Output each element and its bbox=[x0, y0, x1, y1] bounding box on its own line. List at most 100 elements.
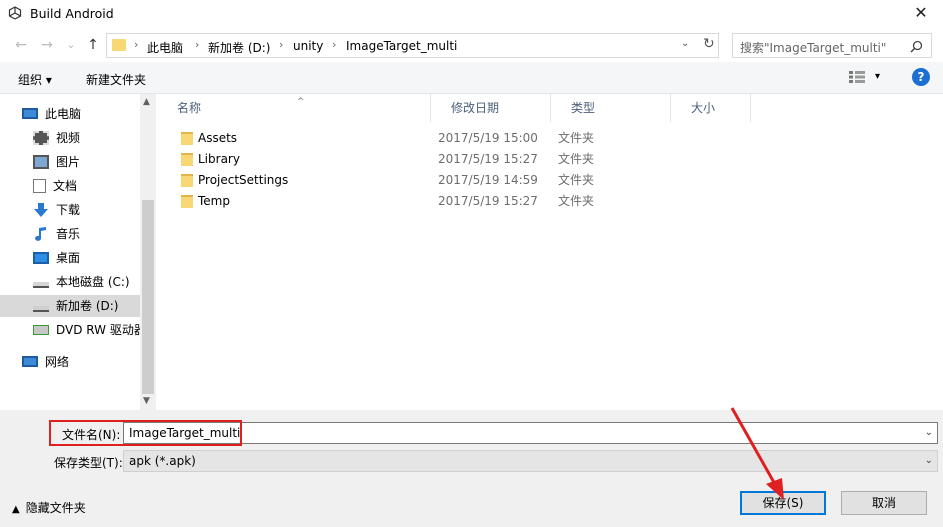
filename-field[interactable]: ImageTarget_multi ⌄ bbox=[123, 422, 938, 444]
recent-locations-icon[interactable]: ⌄ bbox=[62, 36, 80, 54]
refresh-icon[interactable]: ↻ bbox=[703, 36, 715, 52]
back-icon[interactable]: ← bbox=[12, 36, 30, 54]
sidebar-item-label: 音乐 bbox=[56, 227, 81, 241]
sidebar-item-videos[interactable]: 视频 bbox=[33, 127, 151, 149]
title-bar: Build Android ✕ bbox=[0, 0, 943, 28]
drive-c-icon bbox=[33, 281, 49, 288]
new-folder-button[interactable]: 新建文件夹 bbox=[86, 71, 146, 88]
hide-folders-button[interactable]: ▲ 隐藏文件夹 bbox=[12, 499, 86, 516]
sidebar-item-label: 本地磁盘 (C:) bbox=[56, 275, 130, 289]
sidebar-item-downloads[interactable]: 下载 bbox=[33, 199, 151, 221]
scroll-up-icon[interactable]: ▲ bbox=[143, 97, 150, 107]
download-icon bbox=[34, 202, 48, 217]
filetype-select[interactable]: apk (*.apk) ⌄ bbox=[123, 450, 938, 472]
file-date: 2017/5/19 15:27 bbox=[438, 194, 538, 208]
breadcrumb-separator: › bbox=[195, 38, 200, 51]
column-header-name[interactable]: 名称 ^ bbox=[157, 94, 431, 122]
file-date: 2017/5/19 15:00 bbox=[438, 131, 538, 145]
toolbar: 组织 ▾ 新建文件夹 ▾ ? bbox=[0, 62, 943, 94]
filetype-label: 保存类型(T): bbox=[54, 456, 123, 470]
hide-folders-label: 隐藏文件夹 bbox=[25, 501, 86, 515]
sidebar-item-label: 视频 bbox=[56, 131, 81, 145]
sidebar-item-label: DVD RW 驱动器 bbox=[56, 323, 140, 337]
breadcrumb-drive-d[interactable]: 新加卷 (D:) bbox=[208, 39, 270, 56]
sidebar-item-label: 下载 bbox=[56, 203, 81, 217]
view-options-icon[interactable] bbox=[849, 71, 865, 83]
file-name: Assets bbox=[198, 131, 238, 145]
drive-d-icon bbox=[33, 305, 49, 312]
up-icon[interactable]: ↑ bbox=[84, 36, 102, 54]
window-title: Build Android bbox=[30, 6, 114, 21]
file-date: 2017/5/19 14:59 bbox=[438, 173, 538, 187]
sidebar-item-label: 新加卷 (D:) bbox=[56, 299, 119, 313]
folder-icon bbox=[112, 39, 126, 51]
sort-ascending-icon: ^ bbox=[297, 97, 305, 107]
computer-icon bbox=[22, 108, 38, 119]
table-row[interactable]: ProjectSettings 2017/5/19 14:59 文件夹 bbox=[177, 170, 617, 191]
save-button[interactable]: 保存(S) bbox=[740, 491, 826, 515]
close-icon[interactable]: ✕ bbox=[911, 3, 931, 23]
organize-menu[interactable]: 组织 ▾ bbox=[18, 71, 52, 88]
chevron-up-icon: ▲ bbox=[12, 504, 20, 515]
picture-icon bbox=[33, 154, 49, 169]
breadcrumb-separator: › bbox=[332, 38, 337, 51]
sidebar-item-label: 网络 bbox=[45, 355, 70, 369]
folder-icon bbox=[181, 174, 193, 187]
column-header-size[interactable]: 大小 bbox=[671, 94, 751, 122]
network-icon bbox=[22, 356, 38, 367]
sidebar-scrollbar[interactable]: ▲ ▼ bbox=[140, 94, 156, 410]
column-header-label: 大小 bbox=[691, 101, 716, 115]
sidebar-item-label: 文档 bbox=[53, 179, 78, 193]
file-list: 名称 ^ 修改日期 类型 大小 Assets 2017/5/19 15:00 文… bbox=[157, 94, 943, 410]
filetype-value: apk (*.apk) bbox=[129, 454, 196, 468]
search-icon bbox=[910, 40, 923, 53]
sidebar-item-drive-c[interactable]: 本地磁盘 (C:) bbox=[33, 271, 151, 293]
sidebar-item-label: 图片 bbox=[56, 155, 81, 169]
sidebar-item-dvd[interactable]: DVD RW 驱动器 bbox=[33, 319, 140, 341]
folder-icon bbox=[181, 132, 193, 145]
address-dropdown-icon[interactable]: ⌄ bbox=[681, 38, 689, 49]
file-name: Temp bbox=[198, 194, 230, 208]
help-icon[interactable]: ? bbox=[912, 68, 930, 86]
table-row[interactable]: Temp 2017/5/19 15:27 文件夹 bbox=[177, 191, 617, 212]
breadcrumb-unity[interactable]: unity bbox=[293, 39, 323, 53]
sidebar-item-this-pc[interactable]: 此电脑 bbox=[22, 103, 140, 125]
address-bar[interactable]: › 此电脑 › 新加卷 (D:) › unity › ImageTarget_m… bbox=[106, 33, 719, 58]
forward-icon[interactable]: → bbox=[38, 36, 56, 54]
save-panel: 文件名(N): ImageTarget_multi ⌄ 保存类型(T): apk… bbox=[0, 410, 943, 527]
search-input[interactable]: 搜索"ImageTarget_multi" bbox=[732, 33, 932, 58]
video-icon bbox=[33, 130, 49, 145]
table-row[interactable]: Library 2017/5/19 15:27 文件夹 bbox=[177, 149, 617, 170]
navigation-pane: 此电脑 视频 图片 文档 下载 音乐 桌面 本地磁盘 (C:) 新加卷 (D:)… bbox=[0, 94, 156, 410]
file-type: 文件夹 bbox=[558, 173, 595, 187]
music-icon bbox=[35, 226, 46, 241]
file-date: 2017/5/19 15:27 bbox=[438, 152, 538, 166]
view-dropdown-icon[interactable]: ▾ bbox=[875, 71, 880, 82]
sidebar-item-label: 桌面 bbox=[56, 251, 81, 265]
sidebar-item-documents[interactable]: 文档 bbox=[33, 175, 151, 197]
sidebar-item-network[interactable]: 网络 bbox=[22, 351, 140, 373]
sidebar-item-music[interactable]: 音乐 bbox=[33, 223, 151, 245]
sidebar-item-drive-d[interactable]: 新加卷 (D:) bbox=[0, 295, 140, 317]
chevron-down-icon[interactable]: ⌄ bbox=[925, 455, 933, 466]
breadcrumb-this-pc[interactable]: 此电脑 bbox=[147, 39, 183, 56]
cancel-button[interactable]: 取消 bbox=[841, 491, 927, 515]
column-header-type[interactable]: 类型 bbox=[551, 94, 671, 122]
sidebar-item-desktop[interactable]: 桌面 bbox=[33, 247, 151, 269]
annotation-highlight-box bbox=[49, 420, 242, 446]
document-icon bbox=[33, 178, 46, 193]
column-header-modified[interactable]: 修改日期 bbox=[431, 94, 551, 122]
sidebar-item-pictures[interactable]: 图片 bbox=[33, 151, 151, 173]
scroll-thumb[interactable] bbox=[142, 200, 154, 394]
file-name: ProjectSettings bbox=[198, 173, 289, 187]
sidebar-item-label: 此电脑 bbox=[45, 107, 82, 121]
scroll-down-icon[interactable]: ▼ bbox=[143, 396, 150, 406]
dvd-icon bbox=[33, 324, 49, 335]
file-type: 文件夹 bbox=[558, 194, 595, 208]
desktop-icon bbox=[33, 251, 49, 264]
breadcrumb-imagetarget[interactable]: ImageTarget_multi bbox=[346, 39, 457, 53]
breadcrumb-separator: › bbox=[134, 38, 139, 51]
chevron-down-icon[interactable]: ⌄ bbox=[925, 427, 933, 438]
file-name: Library bbox=[198, 152, 240, 166]
table-row[interactable]: Assets 2017/5/19 15:00 文件夹 bbox=[177, 128, 617, 149]
